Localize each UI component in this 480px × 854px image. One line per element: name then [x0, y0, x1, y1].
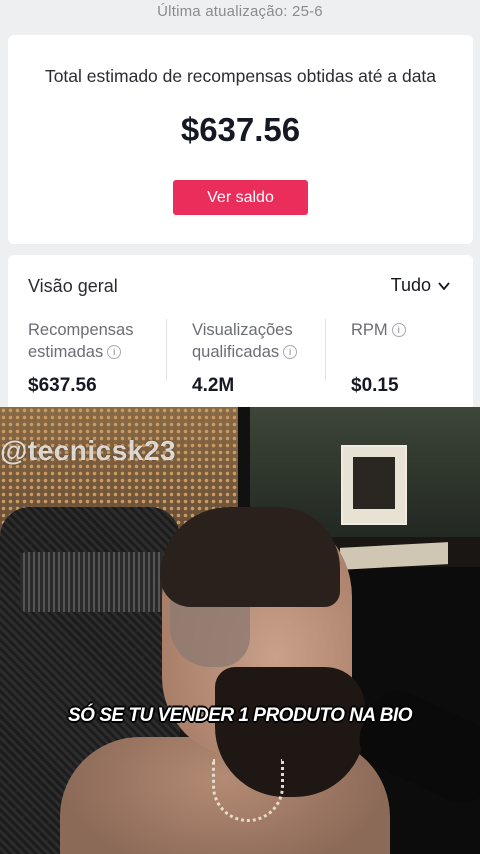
metric-value-qualified-views: 4.2M	[192, 375, 235, 396]
creator-watermark: @tecnicsk23	[0, 435, 177, 466]
metric-label: Recompensas estimadas i	[28, 321, 134, 361]
chair-headrest	[20, 552, 165, 612]
total-rewards-card: Total estimado de recompensas obtidas at…	[8, 35, 473, 244]
overview-card: Visão geral Tudo Recompensas estimadas i …	[8, 255, 473, 415]
person-hair	[160, 507, 340, 607]
metric-value-rpm: $0.15	[351, 375, 399, 396]
info-icon[interactable]: i	[391, 323, 406, 337]
overview-filter-dropdown[interactable]: Tudo	[391, 275, 451, 296]
view-balance-button[interactable]: Ver saldo	[173, 180, 308, 215]
overview-title: Visão geral	[28, 276, 118, 296]
metric-divider	[166, 319, 167, 381]
total-rewards-label: Total estimado de recompensas obtidas at…	[44, 66, 437, 86]
metric-qualified-views: Visualizações qualificadas i	[192, 319, 298, 363]
picture-content	[353, 457, 395, 509]
metric-estimated-rewards: Recompensas estimadas i	[28, 319, 133, 363]
metric-rpm: RPM i	[351, 319, 406, 341]
last-update-text: Última atualização: 25-6	[157, 3, 323, 20]
shelf	[340, 542, 448, 570]
metric-divider	[325, 319, 326, 381]
video-player[interactable]: @tecnicsk23 SÓ SE TU VENDER 1 PRODUTO NA…	[0, 407, 480, 854]
picture-frame	[341, 445, 407, 525]
total-rewards-value: $637.56	[180, 111, 301, 148]
metric-label: RPM i	[351, 319, 406, 341]
chevron-down-icon	[438, 281, 450, 290]
metric-label: Visualizações qualificadas i	[192, 319, 298, 363]
info-icon[interactable]: i	[283, 345, 298, 359]
info-icon[interactable]: i	[107, 345, 122, 359]
video-caption: SÓ SE TU VENDER 1 PRODUTO NA BIO	[68, 705, 413, 726]
metric-value-estimated-rewards: $637.56	[28, 375, 97, 396]
overview-filter-label: Tudo	[390, 275, 431, 295]
